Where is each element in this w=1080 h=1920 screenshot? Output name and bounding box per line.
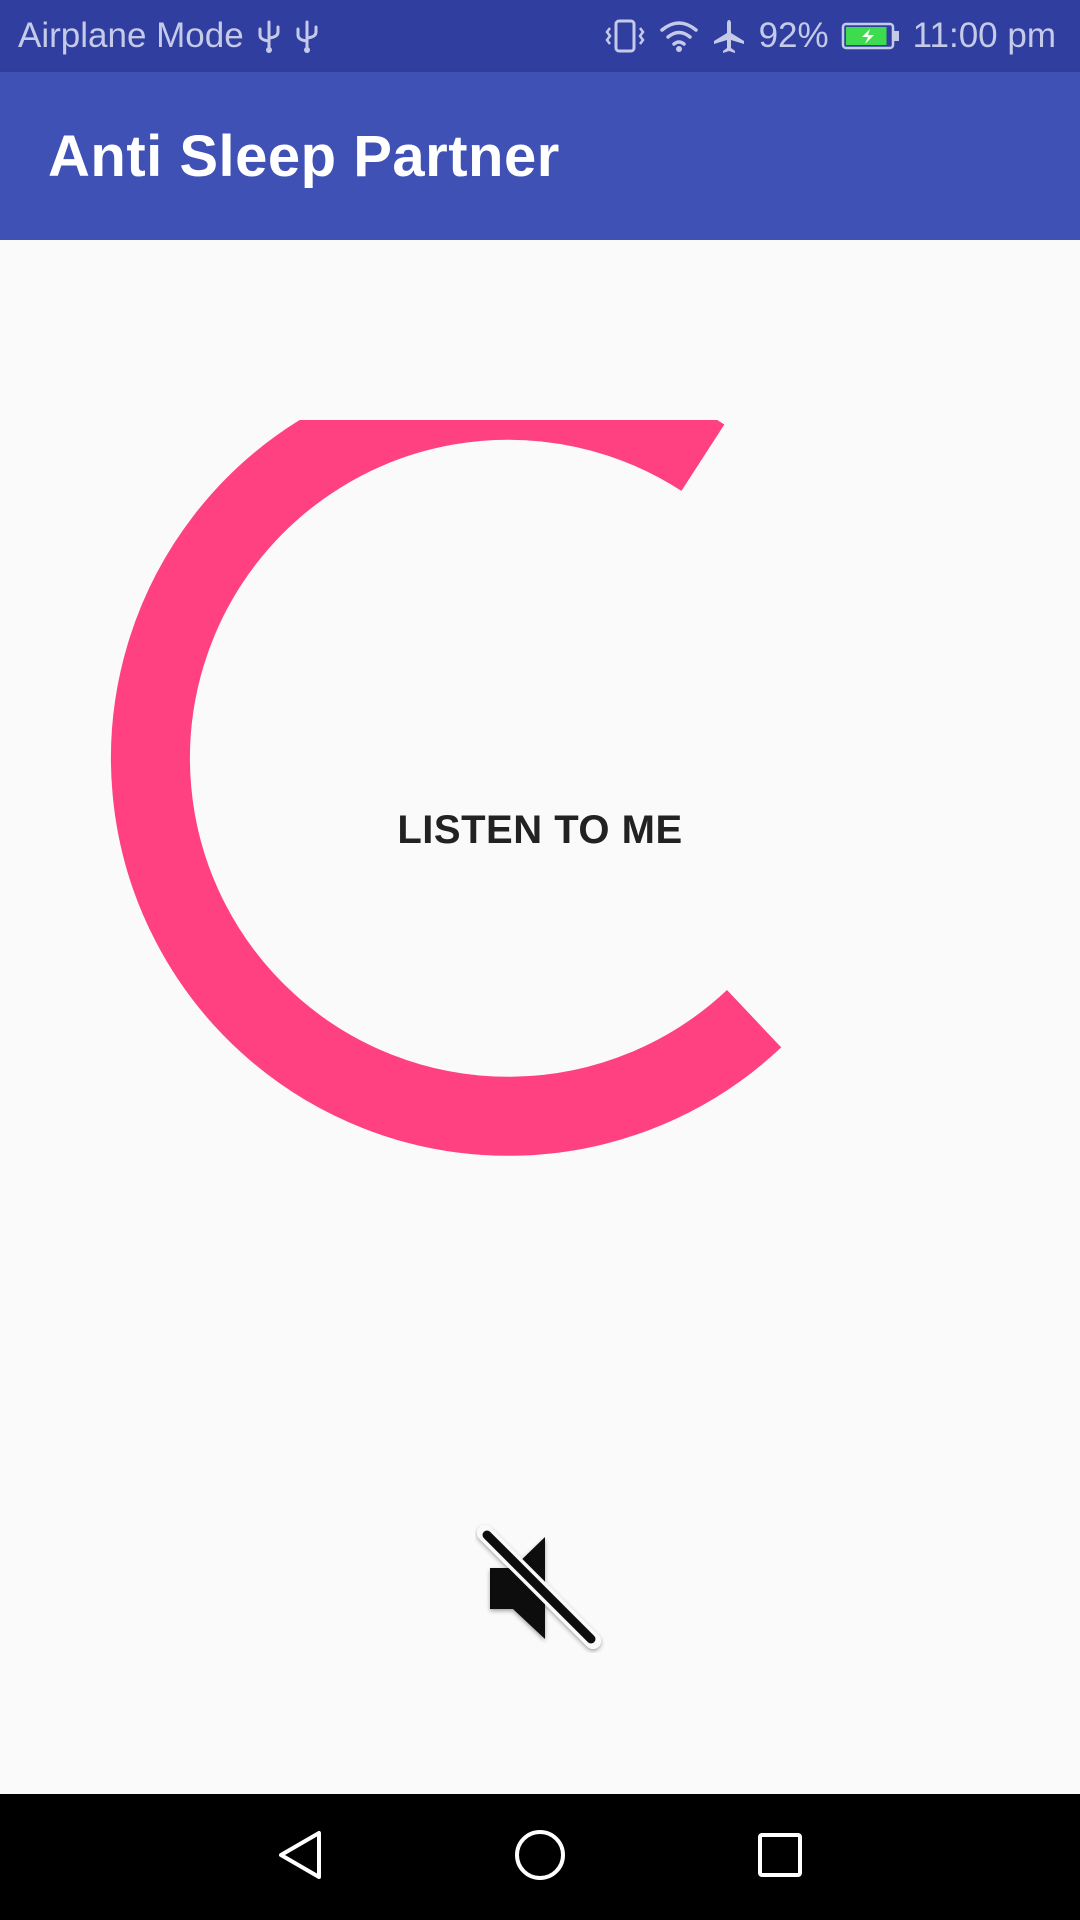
status-right: 92% 11:00 pm — [603, 16, 1056, 56]
back-button[interactable] — [240, 1794, 360, 1920]
battery-charging-icon — [841, 21, 901, 51]
status-airplane-mode-text: Airplane Mode — [18, 16, 244, 55]
usb-icon — [294, 19, 320, 53]
status-bar: Airplane Mode 92% 11:00 pm — [0, 0, 1080, 72]
app-title: Anti Sleep Partner — [48, 123, 560, 189]
home-button[interactable] — [480, 1794, 600, 1920]
home-icon — [513, 1828, 567, 1887]
status-left: Airplane Mode — [18, 16, 320, 56]
volume-off-icon — [475, 1523, 605, 1658]
app-bar: Anti Sleep Partner — [0, 72, 1080, 240]
listen-to-me-label[interactable]: LISTEN TO ME — [0, 808, 1080, 853]
wifi-icon — [659, 19, 699, 53]
recents-icon — [755, 1830, 805, 1885]
airplane-icon — [711, 18, 747, 54]
usb-icon — [256, 19, 282, 53]
progress-ring-arc — [110, 420, 782, 1156]
recents-button[interactable] — [720, 1794, 840, 1920]
vibrate-icon — [603, 18, 647, 54]
navigation-bar — [0, 1794, 1080, 1920]
battery-level-text: 92% — [758, 16, 829, 55]
back-icon — [275, 1828, 325, 1887]
progress-ring — [110, 420, 782, 1156]
mute-button[interactable] — [470, 1520, 610, 1660]
main-content: LISTEN TO ME — [0, 240, 1080, 1794]
clock-text: 11:00 pm — [912, 16, 1056, 55]
